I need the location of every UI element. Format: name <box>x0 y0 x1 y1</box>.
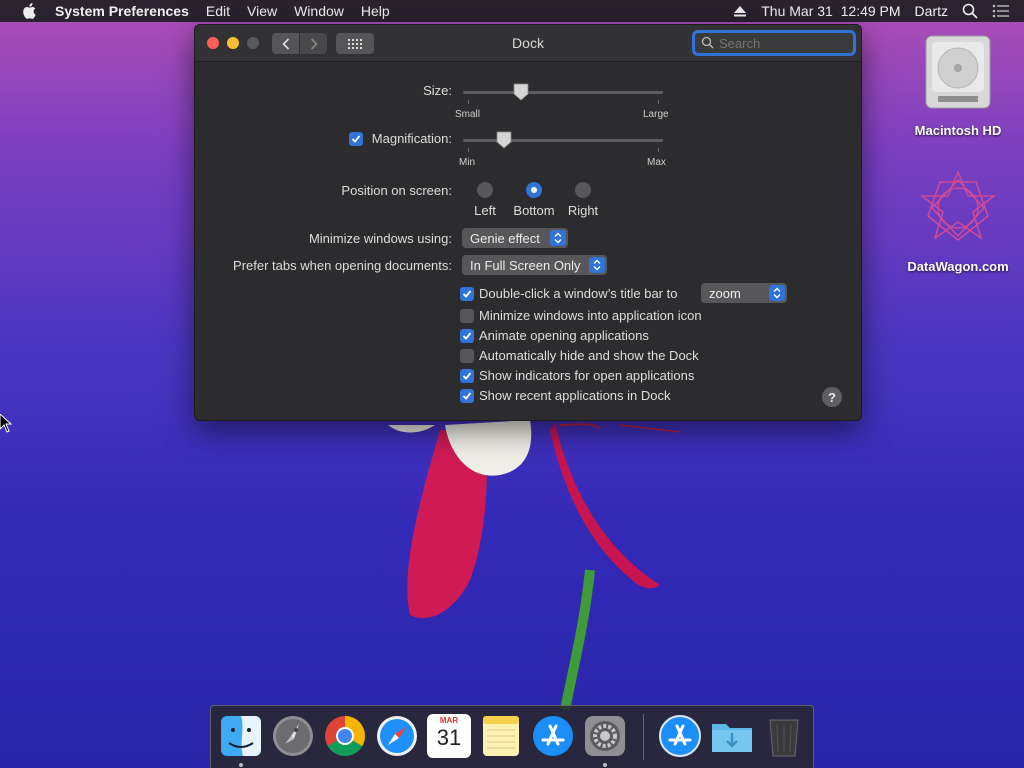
size-tick-max <box>658 100 659 104</box>
position-left-radio[interactable] <box>477 182 493 198</box>
geometric-star-icon <box>919 170 997 241</box>
search-icon <box>701 36 715 50</box>
search-input[interactable] <box>719 35 839 51</box>
position-label: Position on screen: <box>341 183 452 198</box>
search-field[interactable] <box>692 30 856 56</box>
calendar-day: 31 <box>436 725 462 750</box>
system-preferences-icon[interactable] <box>583 714 627 758</box>
preferences-content: Size: Small Large Magnification: Min Max… <box>195 62 861 420</box>
trash-icon[interactable] <box>762 714 806 758</box>
calendar-month: MAR <box>439 716 459 725</box>
size-min-label: Small <box>455 109 481 120</box>
minimize-into-icon-label: Minimize windows into application icon <box>479 308 702 323</box>
double-click-action-value: zoom <box>709 285 741 301</box>
double-click-label: Double-click a window’s title bar to <box>479 286 678 301</box>
minimize-into-icon-checkbox[interactable] <box>460 309 474 323</box>
apple-menu-icon[interactable] <box>19 3 39 19</box>
dock-preferences-window: Dock Size: Small Large Magnification: Mi… <box>194 24 862 421</box>
checkmark-icon <box>462 392 472 400</box>
minimize-using-label: Minimize windows using: <box>308 231 452 246</box>
menu-extras: Thu Mar 31 12:49 PM Dartz <box>733 0 1024 22</box>
animate-opening-checkbox[interactable] <box>460 329 474 343</box>
size-slider-thumb[interactable] <box>513 83 529 101</box>
eject-icon[interactable] <box>733 5 747 17</box>
wallpaper-flower <box>388 420 681 710</box>
calendar-icon[interactable]: MAR 31 <box>427 714 471 758</box>
dock-separator <box>643 714 644 760</box>
finder-running-indicator <box>239 763 243 767</box>
show-indicators-checkbox[interactable] <box>460 369 474 383</box>
spotlight-icon[interactable] <box>962 3 978 19</box>
desktop-icon-label: DataWagon.com <box>907 259 1009 274</box>
dock: MAR 31 <box>210 705 814 768</box>
prefer-tabs-label: Prefer tabs when opening documents: <box>233 258 452 273</box>
size-label: Size: <box>423 83 452 98</box>
checkmark-icon <box>462 372 472 380</box>
position-right-radio[interactable] <box>575 182 591 198</box>
app-store-recent-icon[interactable] <box>658 714 702 758</box>
magnification-label: Magnification: <box>371 131 452 146</box>
position-bottom-radio[interactable] <box>526 182 542 198</box>
show-indicators-label: Show indicators for open applications <box>479 368 695 383</box>
size-slider[interactable] <box>463 91 663 94</box>
autohide-dock-checkbox[interactable] <box>460 349 474 363</box>
autohide-dock-label: Automatically hide and show the Dock <box>479 348 699 363</box>
menu-app-name[interactable]: System Preferences <box>55 3 189 19</box>
mouse-cursor-icon <box>0 414 12 433</box>
desktop-icon-macintosh-hd[interactable]: Macintosh HD <box>903 32 1013 138</box>
launchpad-icon[interactable] <box>271 714 315 758</box>
magnification-slider-thumb[interactable] <box>496 131 512 149</box>
notification-center-icon[interactable] <box>992 4 1010 18</box>
size-max-label: Large <box>643 109 669 120</box>
downloads-folder-icon[interactable] <box>710 714 754 758</box>
magnification-tick-min <box>468 148 469 152</box>
show-recent-label: Show recent applications in Dock <box>479 388 671 403</box>
menu-bar: System Preferences Edit View Window Help… <box>0 0 1024 22</box>
magnification-min-label: Min <box>459 157 476 168</box>
prefer-tabs-popup[interactable]: In Full Screen Only <box>462 255 607 275</box>
hard-drive-icon <box>925 35 991 109</box>
menu-window[interactable]: Window <box>294 3 344 19</box>
minimize-effect-value: Genie effect <box>470 230 540 246</box>
magnification-tick-max <box>658 148 659 152</box>
desktop-icon-datawagon[interactable]: DataWagon.com <box>903 168 1013 274</box>
animate-opening-label: Animate opening applications <box>479 328 649 343</box>
checkmark-icon <box>462 290 472 298</box>
menu-edit[interactable]: Edit <box>206 3 230 19</box>
double-click-checkbox[interactable] <box>460 287 474 301</box>
notes-icon[interactable] <box>479 714 523 758</box>
show-recent-checkbox[interactable] <box>460 389 474 403</box>
desktop-icon-label: Macintosh HD <box>914 123 1002 138</box>
checkmark-icon <box>462 332 472 340</box>
finder-icon[interactable] <box>219 714 263 758</box>
updown-arrows-icon <box>550 230 566 246</box>
menu-view[interactable]: View <box>247 3 277 19</box>
safari-icon[interactable] <box>375 714 419 758</box>
updown-arrows-icon <box>589 257 605 273</box>
magnification-max-label: Max <box>647 157 666 168</box>
title-bar[interactable]: Dock <box>195 25 861 62</box>
updown-arrows-icon <box>769 285 785 301</box>
help-button[interactable]: ? <box>822 387 842 407</box>
double-click-action-popup[interactable]: zoom <box>701 283 787 303</box>
chrome-icon[interactable] <box>323 714 367 758</box>
minimize-effect-popup[interactable]: Genie effect <box>462 228 568 248</box>
prefer-tabs-value: In Full Screen Only <box>470 257 581 273</box>
menu-user[interactable]: Dartz <box>915 3 948 19</box>
size-tick-min <box>468 100 469 104</box>
position-right-label: Right <box>567 203 599 218</box>
magnification-slider[interactable] <box>463 139 663 142</box>
menu-clock[interactable]: Thu Mar 31 12:49 PM <box>761 3 900 19</box>
system-preferences-running-indicator <box>603 763 607 767</box>
app-store-icon[interactable] <box>531 714 575 758</box>
menu-help[interactable]: Help <box>361 3 390 19</box>
